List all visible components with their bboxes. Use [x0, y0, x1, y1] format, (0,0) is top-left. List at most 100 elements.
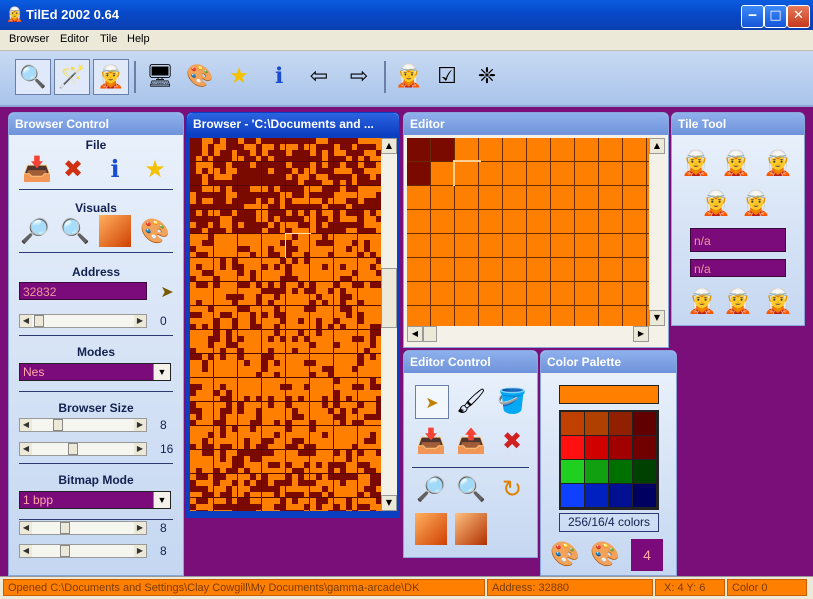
editor-pixel[interactable]	[623, 186, 647, 210]
editor-pixel[interactable]	[623, 138, 647, 162]
palette-swatch[interactable]	[585, 460, 608, 483]
browser-tile[interactable]	[286, 258, 310, 282]
browser-tile[interactable]	[310, 186, 334, 210]
editor-pixel[interactable]	[407, 210, 431, 234]
browser-tile[interactable]	[334, 162, 358, 186]
browser-tile[interactable]	[214, 450, 238, 474]
editor-pixel[interactable]	[479, 210, 503, 234]
browser-tile[interactable]	[238, 138, 262, 162]
grid-toggle-button[interactable]	[415, 513, 447, 545]
editor-pixel[interactable]	[623, 258, 647, 282]
browser-tile[interactable]	[358, 306, 381, 330]
browser-tile[interactable]	[285, 233, 311, 259]
monitor-button[interactable]: 🖥	[143, 59, 177, 93]
browser-tile[interactable]	[286, 474, 310, 498]
browser-tile[interactable]	[310, 162, 334, 186]
browser-tile[interactable]	[310, 450, 334, 474]
browser-tile[interactable]	[238, 306, 262, 330]
editor-pixel[interactable]	[455, 186, 479, 210]
browser-tile[interactable]	[286, 498, 310, 511]
browser-tile[interactable]	[310, 282, 334, 306]
slider-thumb[interactable]	[60, 522, 70, 534]
browser-tile[interactable]	[334, 498, 358, 511]
editor-pixel[interactable]	[431, 138, 455, 162]
browser-tile[interactable]	[262, 186, 286, 210]
browser-tile[interactable]	[238, 426, 262, 450]
browser-tile[interactable]	[190, 186, 214, 210]
palette-swatch[interactable]	[609, 460, 632, 483]
palette-swatch[interactable]	[585, 412, 608, 435]
select-tool-button[interactable]: ➤	[415, 385, 449, 419]
bitmap-height-slider[interactable]: ◀ ▶	[19, 544, 147, 558]
browser-tile[interactable]	[334, 258, 358, 282]
browser-tile[interactable]	[310, 330, 334, 354]
browser-tile[interactable]	[334, 306, 358, 330]
browser-tile[interactable]	[238, 186, 262, 210]
bitmap-width-slider[interactable]: ◀ ▶	[19, 521, 147, 535]
editor-pixel[interactable]	[407, 186, 431, 210]
tile-tool-button[interactable]: 🧝	[700, 187, 732, 219]
editor-pixel[interactable]	[551, 186, 575, 210]
browser-tile[interactable]	[310, 354, 334, 378]
close-file-button[interactable]: ✖	[57, 153, 89, 185]
browser-tile[interactable]	[190, 354, 214, 378]
browser-tile[interactable]	[262, 354, 286, 378]
palette-swatch[interactable]	[609, 412, 632, 435]
editor-pixel[interactable]	[623, 306, 647, 326]
browser-tile[interactable]	[310, 498, 334, 511]
back-button[interactable]: ⇦	[302, 59, 336, 93]
editor-pixel[interactable]	[479, 282, 503, 306]
editor-pixel[interactable]	[551, 258, 575, 282]
browser-tile[interactable]	[190, 138, 214, 162]
browser-tile[interactable]	[310, 402, 334, 426]
editor-pixel[interactable]	[527, 210, 551, 234]
menu-browser[interactable]: Browser	[9, 33, 49, 45]
browser-tile[interactable]	[238, 258, 262, 282]
browser-tile[interactable]	[286, 402, 310, 426]
editor-horizontal-scrollbar[interactable]: ◀ ▶	[407, 326, 649, 342]
browser-tile[interactable]	[358, 138, 381, 162]
tile-tool-button[interactable]: 🧝	[762, 285, 794, 317]
palette-swatch[interactable]	[633, 460, 656, 483]
editor-pixel[interactable]	[407, 258, 431, 282]
browser-tile[interactable]	[238, 354, 262, 378]
scroll-left-icon[interactable]: ◀	[407, 326, 423, 342]
browser-tile[interactable]	[262, 450, 286, 474]
scroll-left-icon[interactable]: ◀	[20, 419, 32, 431]
editor-pixel[interactable]	[527, 186, 551, 210]
scroll-down-icon[interactable]: ▼	[381, 495, 397, 511]
editor-pixel[interactable]	[575, 162, 599, 186]
browser-tile[interactable]	[310, 258, 334, 282]
editor-pixel[interactable]	[455, 306, 479, 326]
editor-pixel[interactable]	[551, 162, 575, 186]
tile-tool-button[interactable]: 🧝	[686, 285, 718, 317]
browser-tile[interactable]	[262, 258, 286, 282]
browser-tile[interactable]	[238, 234, 262, 258]
browser-tile[interactable]	[190, 306, 214, 330]
editor-pixel[interactable]	[551, 138, 575, 162]
editor-pixel[interactable]	[527, 138, 551, 162]
browser-tile[interactable]	[334, 426, 358, 450]
browser-tile[interactable]	[190, 474, 214, 498]
editor-pixel[interactable]	[551, 234, 575, 258]
browser-tile[interactable]	[310, 306, 334, 330]
editor-pixel[interactable]	[479, 186, 503, 210]
menu-tile[interactable]: Tile	[100, 33, 117, 45]
editor-view-button[interactable]: 🪄	[54, 59, 90, 95]
browser-tile[interactable]	[310, 474, 334, 498]
slider-thumb[interactable]	[68, 443, 78, 455]
scroll-up-icon[interactable]: ▲	[649, 138, 665, 154]
browser-tile[interactable]	[310, 378, 334, 402]
character-button[interactable]: 🧝	[392, 59, 426, 93]
editor-pixel[interactable]	[575, 210, 599, 234]
palette-swatch[interactable]	[585, 436, 608, 459]
browser-height-slider[interactable]: ◀ ▶	[19, 442, 147, 456]
scroll-down-icon[interactable]: ▼	[649, 310, 665, 326]
browser-width-slider[interactable]: ◀ ▶	[19, 418, 147, 432]
tile-editor-canvas[interactable]	[407, 138, 649, 326]
browser-tile[interactable]	[238, 378, 262, 402]
browser-tile[interactable]	[190, 402, 214, 426]
editor-pixel[interactable]	[599, 282, 623, 306]
browser-view-button[interactable]: 🔍	[15, 59, 51, 95]
browser-tile[interactable]	[286, 378, 310, 402]
